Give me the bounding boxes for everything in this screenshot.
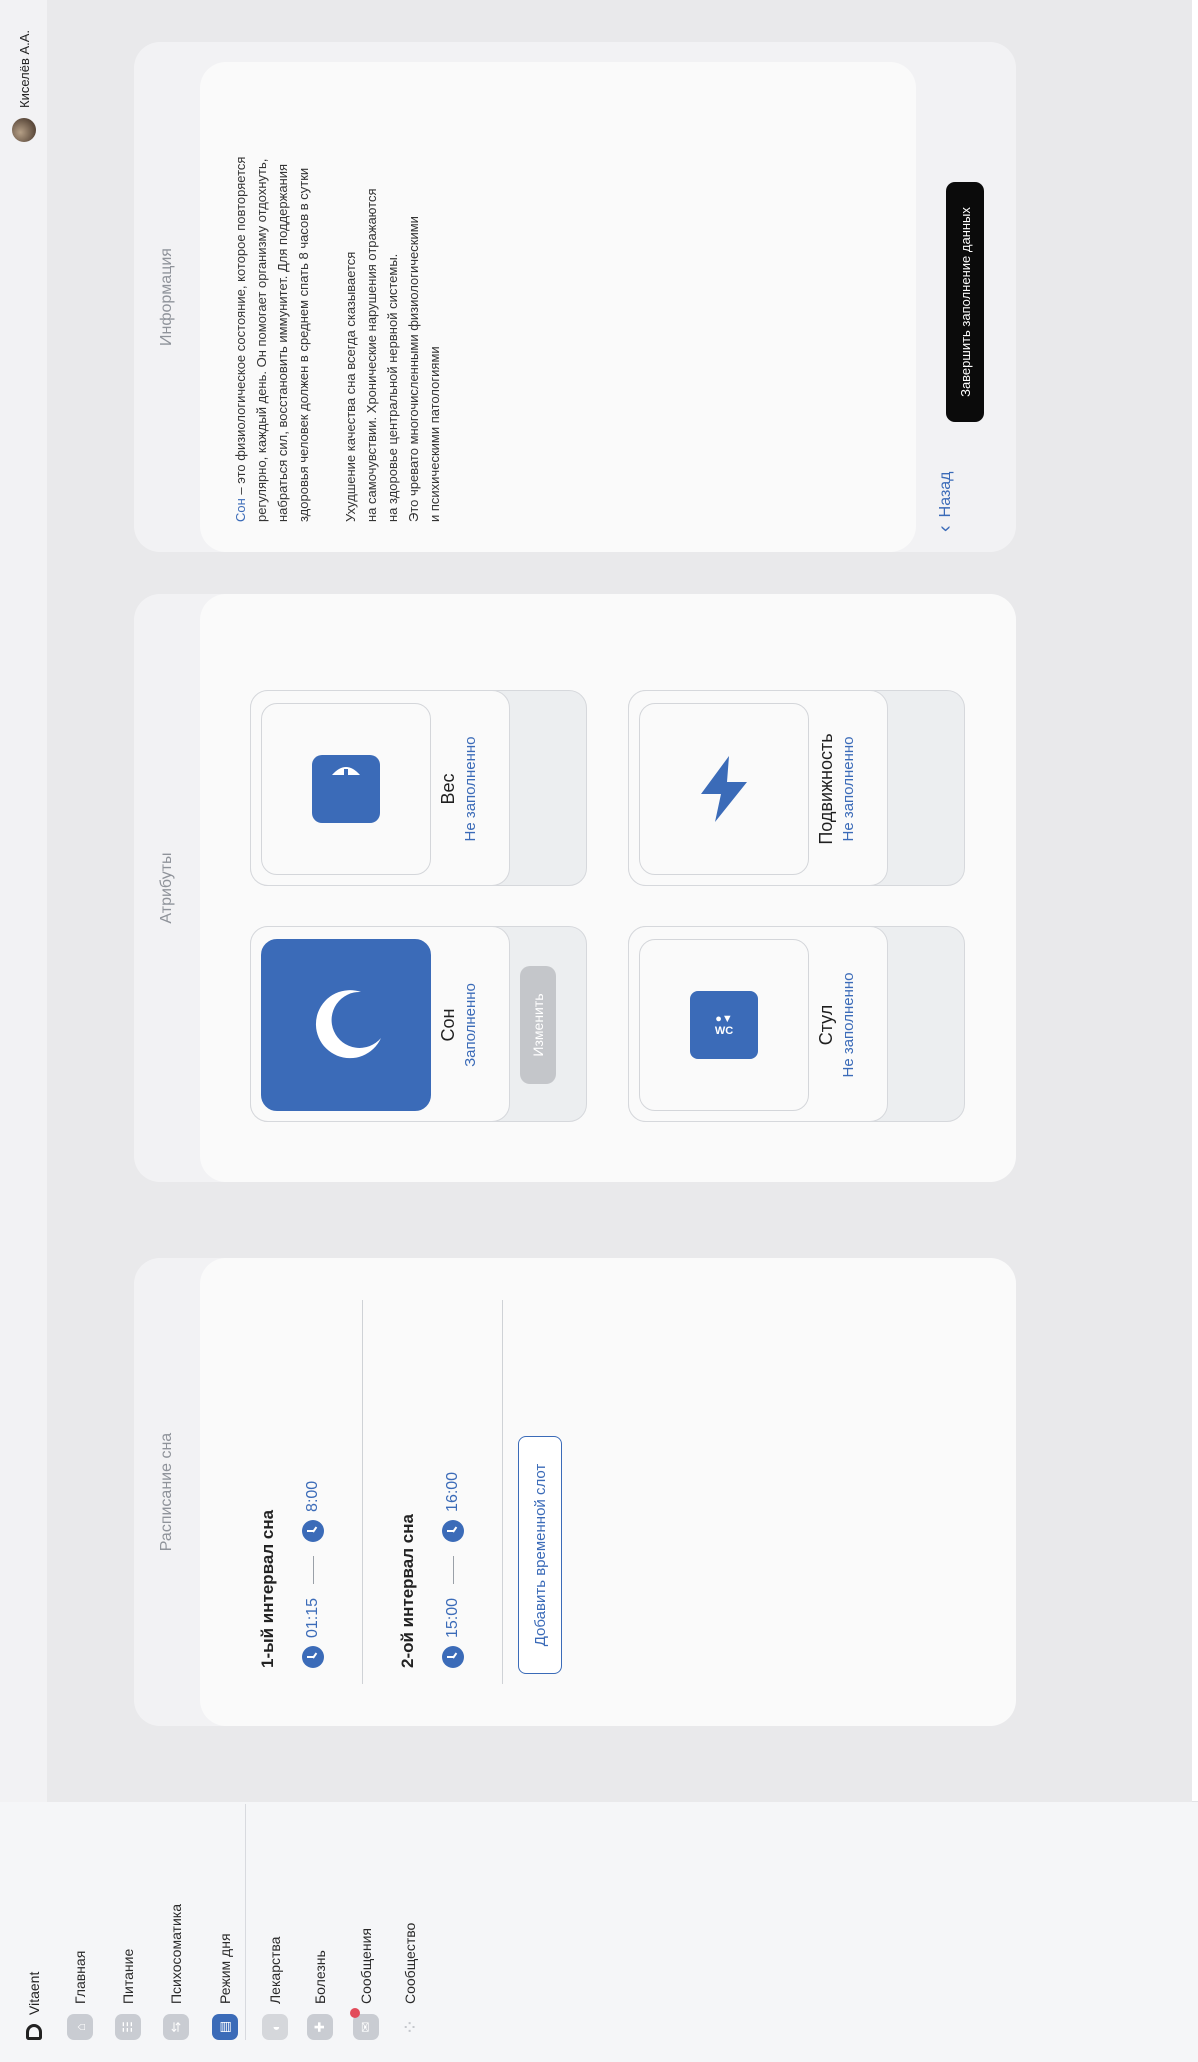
sidebar-item-illness[interactable]: ✚ Болезнь [300, 1804, 340, 2040]
interval-title: 1-ый интервал сна [258, 1509, 277, 1668]
sidebar-item-label: Психосоматика [168, 1903, 184, 2004]
info-line: Ухудшение качества сна всегда сказываетс… [343, 251, 358, 522]
home-icon: ⌂ [67, 2014, 93, 2040]
sidebar-item-label: Сообщество [402, 1922, 418, 2004]
chevron-left-icon: ‹ [934, 525, 956, 532]
community-icon: ⁘ [399, 2018, 422, 2036]
clock-icon [442, 1519, 464, 1542]
sidebar-item-home[interactable]: ⌂ Главная [60, 1804, 100, 2040]
interval-title: 2-ой интервал сна [398, 1514, 417, 1668]
start-time-value: 01:15 [304, 1597, 321, 1638]
end-time[interactable]: 8:00 [302, 1481, 324, 1542]
user-name: Киселёв А.А. [16, 29, 32, 108]
panel-title: Информация [158, 248, 175, 346]
end-time-value: 16:00 [444, 1471, 461, 1512]
pill-icon: ◐ [262, 2014, 288, 2040]
illness-icon: ✚ [307, 2014, 333, 2040]
app-window: Vitaent ⌂ Главная ☷ Питание ⇆ Психосомат… [0, 0, 1198, 2062]
top-bar [0, 0, 48, 1802]
sidebar-item-psychosomatics[interactable]: ⇆ Психосоматика [156, 1804, 196, 2040]
end-time-value: 8:00 [304, 1480, 321, 1512]
divider [362, 1300, 363, 1684]
schedule-card: 1-ый интервал сна 01:15 8:00 2-ой интерв… [200, 1258, 1016, 1726]
messages-badge [350, 2008, 360, 2018]
info-paragraph-1: Сон – это физиологическое состояние, кот… [230, 157, 314, 522]
sidebar-item-daily-routine[interactable]: ▤ Режим дня [205, 1804, 246, 2040]
info-card: Сон – это физиологическое состояние, кот… [200, 62, 916, 552]
add-time-slot-button[interactable]: Добавить временной слот [518, 1436, 562, 1674]
info-line: на самочувствии. Хронические нарушения о… [364, 188, 379, 522]
info-line: на здоровье центральной нервной системы. [385, 253, 400, 522]
interval-times: 01:15 8:00 [302, 1481, 324, 1668]
start-time[interactable]: 01:15 [302, 1598, 324, 1668]
time-separator [312, 1555, 314, 1584]
info-line: регулярно, каждый день. Он помогает орга… [254, 158, 269, 522]
finish-data-entry-button[interactable]: Завершить заполнение данных [946, 182, 984, 422]
info-line: набраться сил, восстановить иммунитет. Д… [275, 163, 290, 522]
app-name: Vitaent [26, 1971, 42, 2015]
sleep-schedule-panel: Расписание сна 1-ый интервал сна 01:15 8… [134, 1258, 1016, 1726]
sidebar-item-messages[interactable]: ✉ Сообщения [346, 1804, 386, 2040]
logo-icon [26, 2024, 42, 2040]
app-logo[interactable]: Vitaent [26, 1972, 42, 2040]
divider [502, 1300, 503, 1684]
wc-label: WC [714, 1025, 734, 1037]
interval-times: 15:00 16:00 [442, 1472, 464, 1668]
info-line: здоровья человек должен в среднем спать … [296, 167, 311, 522]
start-time[interactable]: 15:00 [442, 1598, 464, 1668]
messages-icon: ✉ [353, 2014, 379, 2040]
info-paragraph-2: Ухудшение качества сна всегда сказываетс… [340, 189, 445, 522]
clock-icon [442, 1646, 464, 1668]
sidebar-item-label: Болезнь [312, 1950, 328, 2004]
start-time-value: 15:00 [444, 1597, 461, 1638]
nutrition-icon: ☷ [115, 2014, 141, 2040]
avatar [12, 118, 36, 142]
user-menu[interactable]: Киселёв А.А. [12, 30, 36, 142]
sidebar-item-label: Лекарства [267, 1936, 283, 2004]
psychosomatics-icon: ⇆ [163, 2014, 189, 2040]
clock-icon [302, 1519, 324, 1542]
sidebar-item-label: Сообщения [358, 1928, 374, 2004]
sidebar-item-community[interactable]: ⁘ Сообщество [390, 1804, 430, 2040]
info-line: Это чревато многочисленными физиологичес… [406, 216, 421, 522]
sidebar-item-medicines[interactable]: ◐ Лекарства [255, 1804, 295, 2040]
info-line: – это физиологическое состояние, которое… [233, 156, 248, 499]
end-time[interactable]: 16:00 [442, 1472, 464, 1542]
clock-icon [302, 1646, 324, 1668]
sidebar-item-nutrition[interactable]: ☷ Питание [108, 1804, 148, 2040]
panel-title: Расписание сна [158, 1432, 175, 1552]
sidebar: Vitaent ⌂ Главная ☷ Питание ⇆ Психосомат… [0, 1801, 1198, 2062]
sidebar-item-label: Режим дня [217, 1933, 233, 2004]
back-label: Назад [936, 471, 954, 518]
info-line: и психическими патологиями [427, 346, 442, 522]
sidebar-item-label: Питание [120, 1948, 136, 2004]
back-link[interactable]: ‹ Назад [934, 471, 957, 532]
info-panel: Информация Сон – это физиологическое сос… [134, 42, 1016, 552]
sidebar-item-label: Главная [72, 1950, 88, 2004]
daily-routine-icon: ▤ [212, 2014, 238, 2040]
info-highlight: Сон [233, 498, 248, 522]
time-separator [452, 1555, 454, 1584]
